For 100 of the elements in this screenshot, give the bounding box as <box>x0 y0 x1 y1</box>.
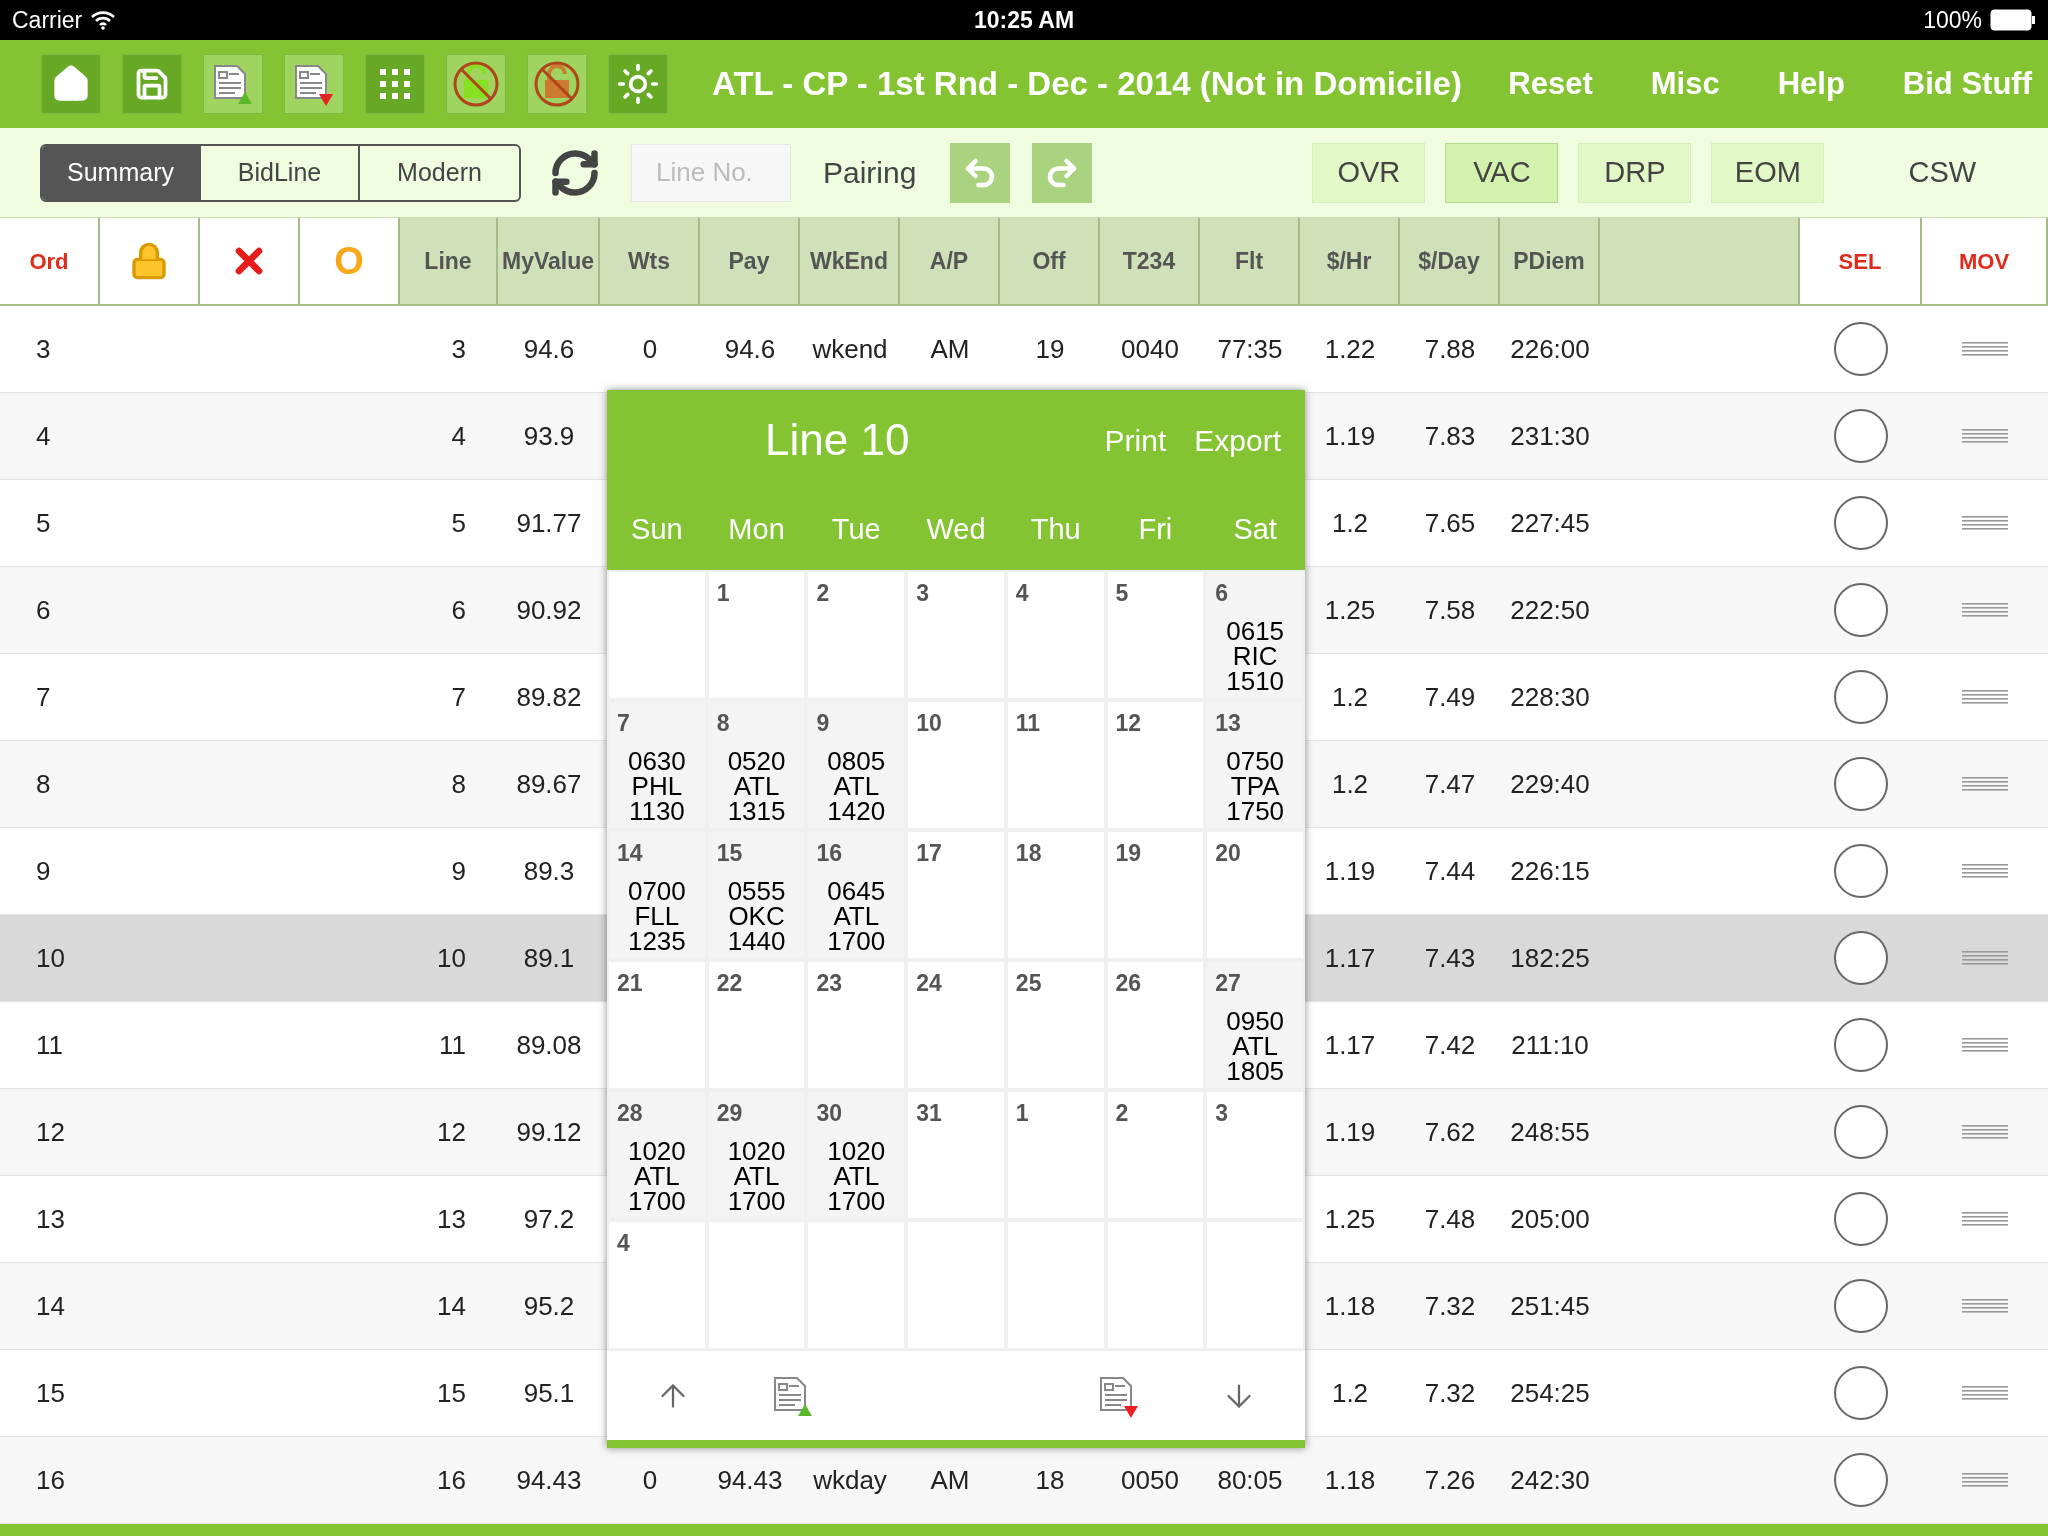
day-number: 10 <box>916 709 943 738</box>
weekday-label: Sun <box>630 512 684 548</box>
day-number: 1 <box>1015 1099 1030 1128</box>
table-cell-text: 222:50 <box>1510 593 1590 627</box>
trip-text: OKC <box>728 903 785 929</box>
table-cell-text: 5 <box>451 506 466 540</box>
day-number: 23 <box>816 969 843 998</box>
table-cell-text: 1.19 <box>1324 419 1376 453</box>
day-number: 22 <box>716 969 744 998</box>
day-number: 6 <box>1215 579 1230 608</box>
table-cell-text: 229:40 <box>1510 767 1590 801</box>
table-cell-text: 1.25 <box>1324 1202 1376 1236</box>
table-cell-text: 7.48 <box>1424 1202 1476 1236</box>
table-cell-text: 0 <box>642 332 658 366</box>
table-cell: 8 <box>36 768 51 799</box>
trip-text: ATL <box>733 773 780 799</box>
table-cell-text: 91.77 <box>516 506 582 540</box>
table-cell-text: 89.67 <box>516 767 582 801</box>
table-cell-text: 95.2 <box>523 1289 575 1323</box>
day-number: 24 <box>916 969 943 998</box>
table-cell-text: 89.3 <box>523 854 575 888</box>
day-number: 7 <box>617 709 631 738</box>
table-cell-text: 242:30 <box>1510 1463 1590 1497</box>
table-cell: 5 <box>36 507 51 538</box>
table-cell: 16 <box>36 1464 65 1495</box>
table-cell-text: 11 <box>439 1028 466 1062</box>
table-cell-text: wkend <box>812 332 888 366</box>
day-number: 3 <box>1215 1099 1230 1128</box>
table-cell: 13 <box>36 1203 65 1234</box>
trip-text: 1130 <box>628 798 685 824</box>
weekday-label: Wed <box>925 512 987 548</box>
day-number: 14 <box>617 839 644 868</box>
table-cell-text: AM <box>930 332 970 366</box>
table-cell-text: 7.44 <box>1424 854 1476 888</box>
table-cell-text: 1.17 <box>1324 941 1376 975</box>
clock: 10:25 AM <box>973 5 1075 35</box>
table-cell-text: 90.92 <box>516 593 582 627</box>
table-cell-text: 9 <box>451 854 466 888</box>
trip-text: 0630 <box>627 748 686 774</box>
day-number: 5 <box>1115 579 1130 608</box>
table-cell-text: 15 <box>437 1376 466 1410</box>
day-number: 19 <box>1115 839 1143 868</box>
table-cell-text: 1.19 <box>1324 1115 1376 1149</box>
table-cell: 6 <box>36 594 51 625</box>
trip-text: 1020 <box>827 1138 886 1164</box>
trip-text: RIC <box>1232 643 1278 669</box>
day-number: 28 <box>617 1099 644 1128</box>
table-cell-text: 16 <box>437 1463 466 1497</box>
trip-text: 1700 <box>727 1188 786 1214</box>
table-cell-text: 94.43 <box>516 1463 582 1497</box>
trip-text: 1020 <box>627 1138 686 1164</box>
table-cell-text: 211:10 <box>1511 1028 1589 1062</box>
table-cell-text: 7.32 <box>1424 1289 1476 1323</box>
table-cell-text: 89.08 <box>516 1028 582 1062</box>
day-number: 8 <box>716 709 731 738</box>
day-number: 1 <box>716 579 731 608</box>
day-number: 13 <box>1215 709 1242 738</box>
table-cell-text: 0050 <box>1121 1463 1179 1497</box>
day-number: 27 <box>1215 969 1242 998</box>
day-number: 2 <box>816 579 831 608</box>
trip-text: ATL <box>833 1163 880 1189</box>
table-cell-text: 77:35 <box>1217 332 1283 366</box>
trip-text: 1440 <box>727 928 786 954</box>
trip-text: 1805 <box>1226 1058 1285 1084</box>
day-number: 20 <box>1215 839 1242 868</box>
day-number: 29 <box>716 1099 744 1128</box>
table-cell-text: 7.65 <box>1424 506 1476 540</box>
day-number: 16 <box>816 839 843 868</box>
table-cell-text: 10 <box>437 941 466 975</box>
popup-title: Line 10 <box>765 414 910 466</box>
table-cell: 12 <box>36 1116 65 1147</box>
table-cell-text: 0040 <box>1121 332 1179 366</box>
day-number: 17 <box>916 839 943 868</box>
trip-text: 0555 <box>727 878 786 904</box>
table-cell-text: 4 <box>451 419 466 453</box>
table-cell-text: 97.2 <box>523 1202 575 1236</box>
day-number: 11 <box>1015 709 1042 738</box>
trip-text: 1700 <box>827 1188 886 1214</box>
table-cell-text: 14 <box>437 1289 466 1323</box>
table-cell: 15 <box>36 1377 65 1408</box>
trip-text: 1420 <box>827 798 886 824</box>
weekday-label: Sat <box>1232 512 1278 548</box>
pairing-label: Pairing <box>823 155 917 191</box>
table-cell-text: 0 <box>642 1463 658 1497</box>
table-cell-text: 6 <box>451 593 466 627</box>
table-cell: 9 <box>36 855 51 886</box>
trip-text: TPA <box>1230 773 1280 799</box>
table-cell: 3 <box>36 333 51 364</box>
table-cell-text: 13 <box>437 1202 466 1236</box>
day-number: 4 <box>1015 579 1030 608</box>
table-cell-text: 1.22 <box>1324 332 1376 366</box>
day-number: 30 <box>816 1099 843 1128</box>
table-cell-text: 3 <box>451 332 466 366</box>
carrier-label: Carrier <box>12 5 83 35</box>
table-cell-text: 182:25 <box>1510 941 1590 975</box>
trip-text: 1700 <box>627 1188 686 1214</box>
weekday-label: Tue <box>830 512 882 548</box>
table-cell-text: 7.88 <box>1424 332 1476 366</box>
table-cell-text: 248:55 <box>1510 1115 1590 1149</box>
bid-title: ATL - CP - 1st Rnd - Dec - 2014 (Not in Domicile) <box>712 64 1462 105</box>
